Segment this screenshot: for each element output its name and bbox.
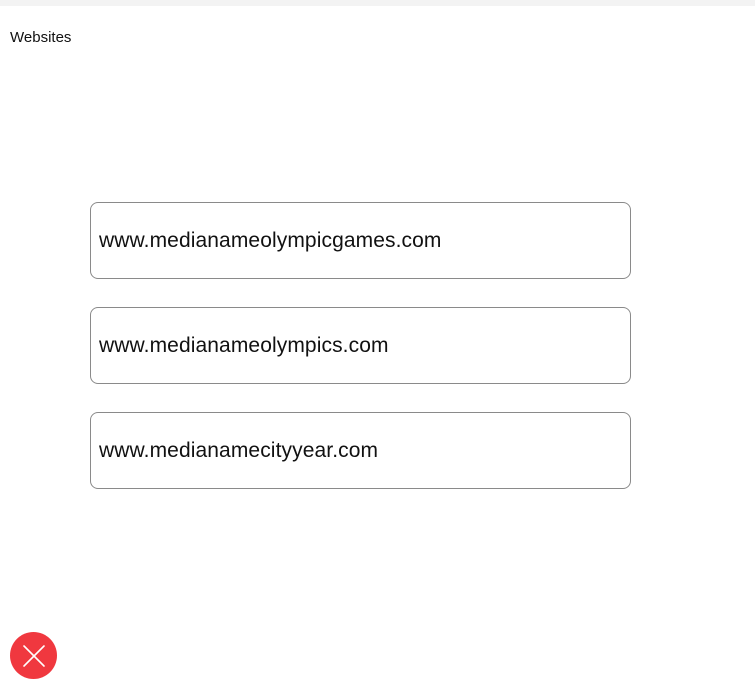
website-label: www.medianameolympicgames.com — [99, 228, 442, 252]
website-label: www.medianamecityyear.com — [99, 438, 379, 462]
close-icon — [22, 644, 45, 667]
page-title: Websites — [10, 29, 72, 46]
website-option[interactable]: www.medianamecityyear.com — [90, 412, 631, 489]
top-bar — [0, 0, 755, 6]
website-list: www.medianameolympicgames.com www.median… — [90, 202, 631, 489]
website-label: www.medianameolympics.com — [99, 333, 389, 357]
close-button[interactable] — [10, 632, 57, 679]
website-option[interactable]: www.medianameolympics.com — [90, 307, 631, 384]
website-option[interactable]: www.medianameolympicgames.com — [90, 202, 631, 279]
